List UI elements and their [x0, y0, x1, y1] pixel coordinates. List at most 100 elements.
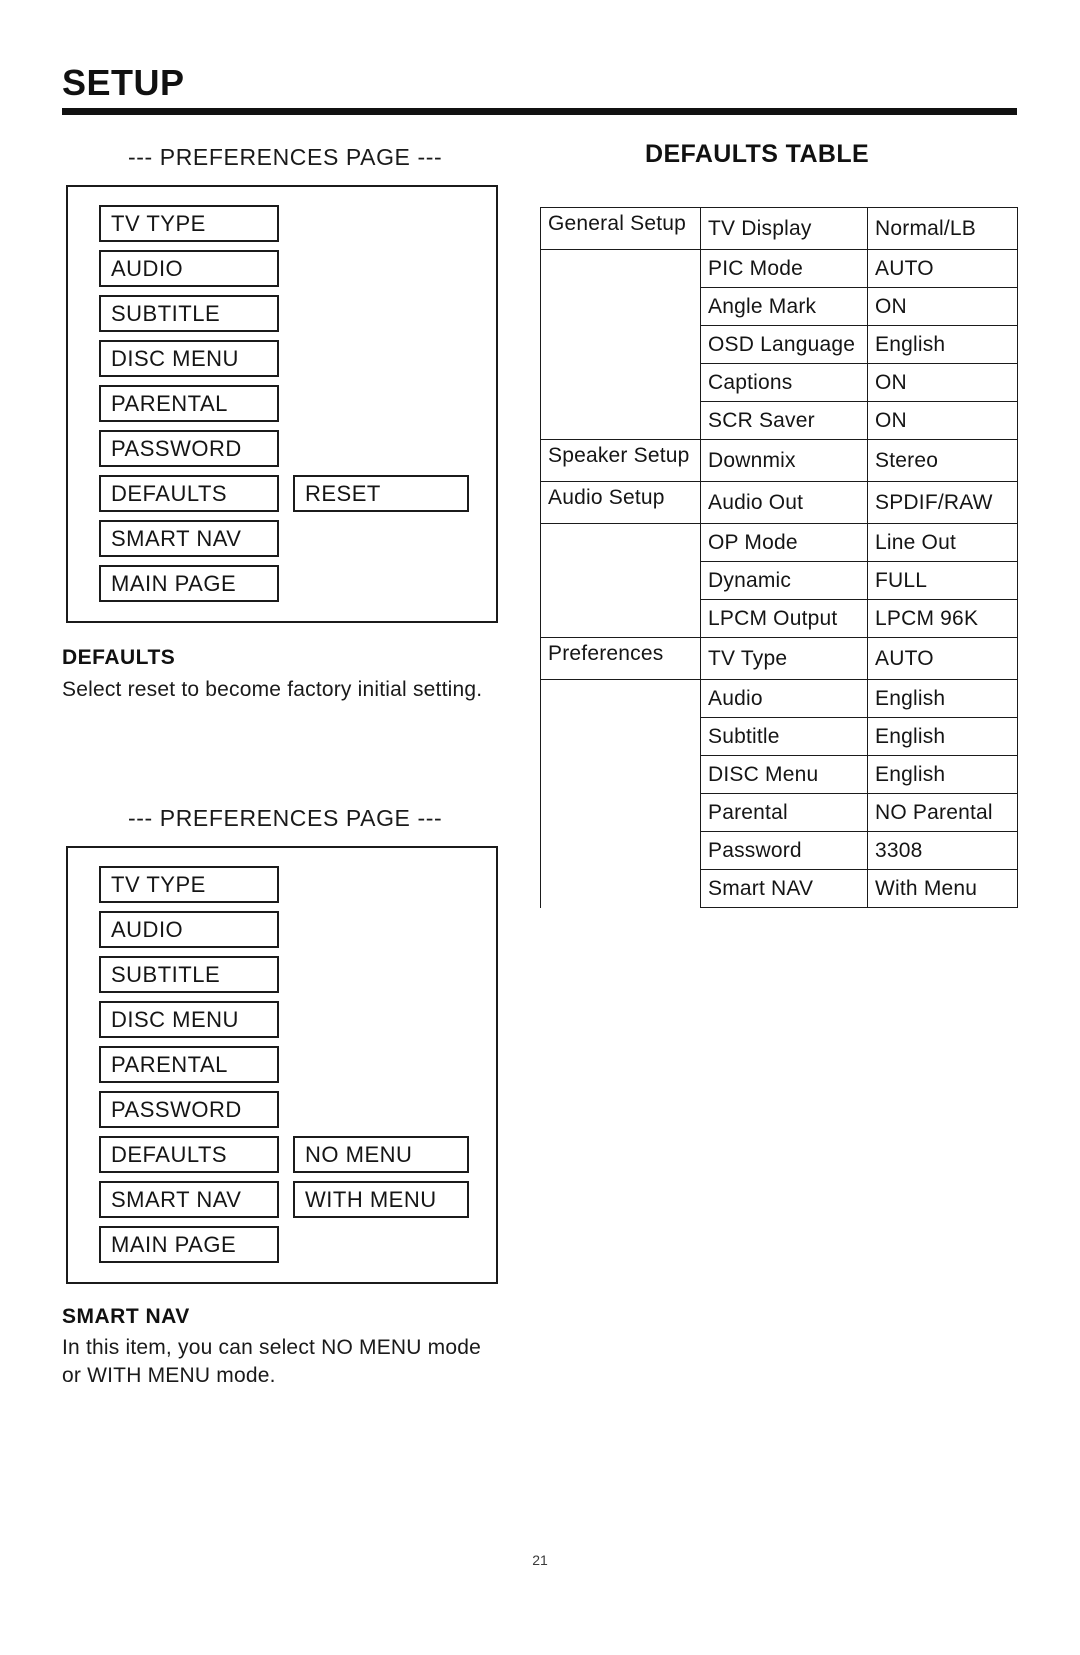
table-cell-item: Audio Out [700, 481, 868, 524]
menu-item-parental[interactable]: PARENTAL [99, 385, 279, 422]
defaults-table-title: DEFAULTS TABLE [645, 140, 870, 168]
table-cell-value: English [867, 755, 1018, 794]
table-cell-item: Audio [700, 679, 868, 718]
table-cell-group [540, 561, 701, 600]
table-cell-group: Speaker Setup [540, 439, 701, 482]
menu-item-defaults[interactable]: DEFAULTS [99, 475, 279, 512]
defaults-description-text: Select reset to become factory initial s… [62, 678, 483, 701]
menu2-item-defaults[interactable]: DEFAULTS [99, 1136, 279, 1173]
page-title: SETUP [62, 62, 185, 103]
menu2-item-disc-menu[interactable]: DISC MENU [99, 1001, 279, 1038]
defaults-description-heading: DEFAULTS [62, 646, 176, 669]
table-cell-item: TV Type [700, 637, 868, 680]
table-cell-group [540, 523, 701, 562]
table-cell-group [540, 599, 701, 638]
table-cell-item: OSD Language [700, 325, 868, 364]
table-cell-item: Dynamic [700, 561, 868, 600]
menu-item-smart-nav[interactable]: SMART NAV [99, 520, 279, 557]
osd-screen-smart-nav: TV TYPE AUDIO SUBTITLE DISC MENU PARENTA… [66, 846, 498, 1284]
page-number: 21 [532, 1552, 548, 1568]
table-cell-value: FULL [867, 561, 1018, 600]
menu-item-subtitle[interactable]: SUBTITLE [99, 295, 279, 332]
menu2-item-subtitle[interactable]: SUBTITLE [99, 956, 279, 993]
table-cell-value: ON [867, 363, 1018, 402]
table-cell-item: LPCM Output [700, 599, 868, 638]
table-cell-group [540, 363, 701, 402]
table-row: Subtitle English [540, 717, 1018, 756]
table-cell-value: AUTO [867, 637, 1018, 680]
table-row: Audio English [540, 679, 1018, 718]
table-cell-item: Angle Mark [700, 287, 868, 326]
table-cell-group: General Setup [540, 207, 701, 250]
table-cell-group [540, 831, 701, 870]
submenu-item-reset[interactable]: RESET [293, 475, 469, 512]
table-cell-item: OP Mode [700, 523, 868, 562]
table-row: LPCM Output LPCM 96K [540, 599, 1018, 638]
table-cell-group: Audio Setup [540, 481, 701, 524]
defaults-table: General Setup TV Display Normal/LB PIC Mode… [540, 207, 1018, 908]
table-cell-value: English [867, 717, 1018, 756]
table-cell-value: Stereo [867, 439, 1018, 482]
menu-item-main-page[interactable]: MAIN PAGE [99, 565, 279, 602]
menu2-item-tv-type[interactable]: TV TYPE [99, 866, 279, 903]
submenu-item-no-menu[interactable]: NO MENU [293, 1136, 469, 1173]
table-cell-group [540, 793, 701, 832]
menu2-item-main-page[interactable]: MAIN PAGE [99, 1226, 279, 1263]
table-cell-item: SCR Saver [700, 401, 868, 440]
table-row: Audio Setup Audio Out SPDIF/RAW [540, 481, 1018, 524]
table-cell-group [540, 401, 701, 440]
table-cell-item: DISC Menu [700, 755, 868, 794]
menu-item-password[interactable]: PASSWORD [99, 430, 279, 467]
table-cell-value: English [867, 325, 1018, 364]
table-cell-value: ON [867, 287, 1018, 326]
table-row: Dynamic FULL [540, 561, 1018, 600]
submenu-item-with-menu[interactable]: WITH MENU [293, 1181, 469, 1218]
table-row: Captions ON [540, 363, 1018, 402]
menu-item-tv-type[interactable]: TV TYPE [99, 205, 279, 242]
table-cell-item: Smart NAV [700, 869, 868, 908]
table-cell-group [540, 869, 701, 908]
menu2-item-parental[interactable]: PARENTAL [99, 1046, 279, 1083]
table-row: DISC Menu English [540, 755, 1018, 794]
table-cell-value: ON [867, 401, 1018, 440]
table-cell-item: Parental [700, 793, 868, 832]
table-cell-value: Line Out [867, 523, 1018, 562]
table-cell-value: LPCM 96K [867, 599, 1018, 638]
table-cell-group [540, 325, 701, 364]
table-cell-group [540, 755, 701, 794]
table-row: OSD Language English [540, 325, 1018, 364]
preferences-page-caption-2: --- PREFERENCES PAGE --- [128, 805, 443, 831]
table-cell-group [540, 679, 701, 718]
menu-item-disc-menu[interactable]: DISC MENU [99, 340, 279, 377]
table-cell-item: Downmix [700, 439, 868, 482]
table-cell-group [540, 249, 701, 288]
table-cell-value: With Menu [867, 869, 1018, 908]
table-cell-value: Normal/LB [867, 207, 1018, 250]
table-cell-value: AUTO [867, 249, 1018, 288]
table-row: Parental NO Parental [540, 793, 1018, 832]
table-row: PIC Mode AUTO [540, 249, 1018, 288]
menu-item-audio[interactable]: AUDIO [99, 250, 279, 287]
table-row: SCR Saver ON [540, 401, 1018, 440]
table-cell-value: English [867, 679, 1018, 718]
table-row: Smart NAV With Menu [540, 869, 1018, 908]
table-cell-item: Password [700, 831, 868, 870]
table-cell-item: Captions [700, 363, 868, 402]
table-cell-value: SPDIF/RAW [867, 481, 1018, 524]
table-cell-item: PIC Mode [700, 249, 868, 288]
table-cell-value: 3308 [867, 831, 1018, 870]
table-cell-group: Preferences [540, 637, 701, 680]
table-row: General Setup TV Display Normal/LB [540, 207, 1018, 250]
smart-nav-description-heading: SMART NAV [62, 1305, 190, 1328]
menu2-item-password[interactable]: PASSWORD [99, 1091, 279, 1128]
table-cell-value: NO Parental [867, 793, 1018, 832]
table-cell-group [540, 717, 701, 756]
table-row: Angle Mark ON [540, 287, 1018, 326]
table-cell-group [540, 287, 701, 326]
table-row: Preferences TV Type AUTO [540, 637, 1018, 680]
menu2-item-smart-nav[interactable]: SMART NAV [99, 1181, 279, 1218]
table-row: Speaker Setup Downmix Stereo [540, 439, 1018, 482]
menu2-item-audio[interactable]: AUDIO [99, 911, 279, 948]
table-row: Password 3308 [540, 831, 1018, 870]
table-row: OP Mode Line Out [540, 523, 1018, 562]
